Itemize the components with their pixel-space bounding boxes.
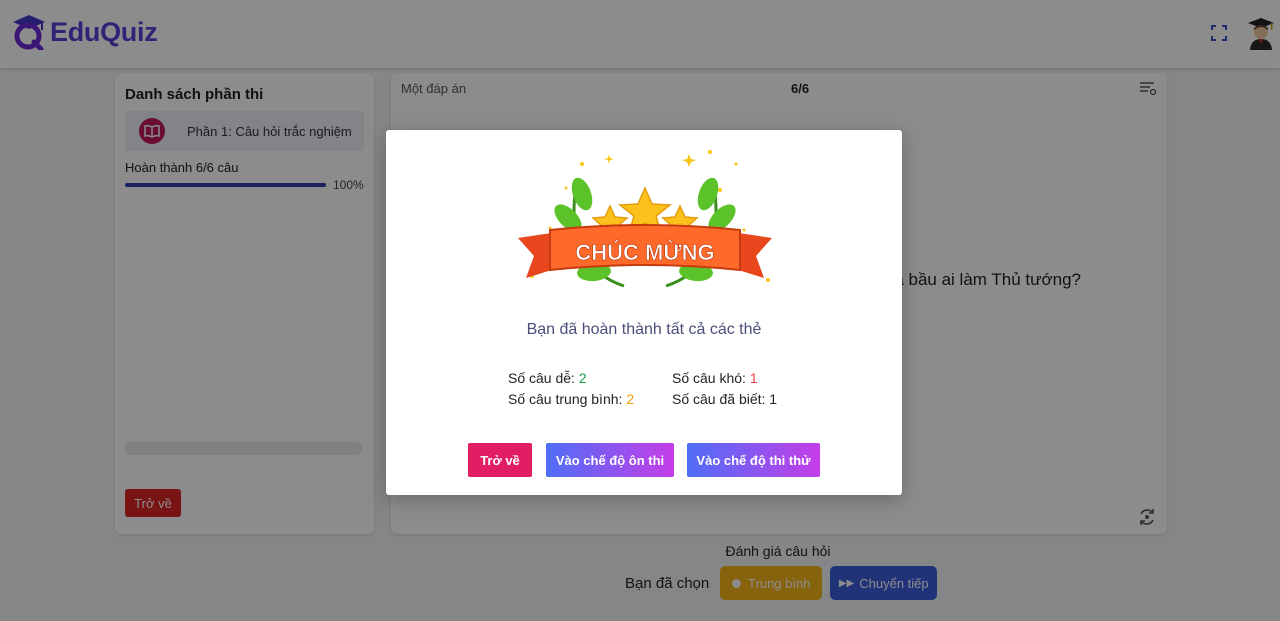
stat-medium-label: Số câu trung bình:	[508, 391, 623, 407]
congratulations-banner-icon: CHÚC MỪNG	[518, 150, 772, 288]
stat-known: Số câu đã biết: 1	[672, 391, 777, 407]
exam-mode-button[interactable]: Vào chế độ thi thử	[687, 443, 820, 477]
stat-hard-label: Số câu khó:	[672, 370, 746, 386]
modal-back-button[interactable]: Trở về	[468, 443, 532, 477]
modal-actions: Trở về Vào chế độ ôn thi Vào chế độ thi …	[468, 443, 820, 477]
completion-message: Bạn đã hoàn thành tất cả các thẻ	[526, 321, 762, 338]
stat-easy: Số câu dễ: 2	[508, 370, 587, 386]
stat-hard: Số câu khó: 1	[672, 370, 758, 386]
stat-known-value: 1	[769, 391, 778, 407]
stat-medium: Số câu trung bình: 2	[508, 391, 634, 407]
banner-text: CHÚC MỪNG	[575, 240, 714, 265]
stat-easy-value: 2	[578, 370, 587, 386]
stat-easy-label: Số câu dễ:	[508, 370, 575, 386]
review-mode-button[interactable]: Vào chế độ ôn thi	[546, 443, 674, 477]
stat-medium-value: 2	[626, 391, 635, 407]
completion-modal: CHÚC MỪNG Bạn đã hoàn thành tất cả các t…	[386, 130, 902, 495]
stat-known-label: Số câu đã biết:	[672, 391, 766, 407]
stat-hard-value: 1	[749, 370, 758, 386]
